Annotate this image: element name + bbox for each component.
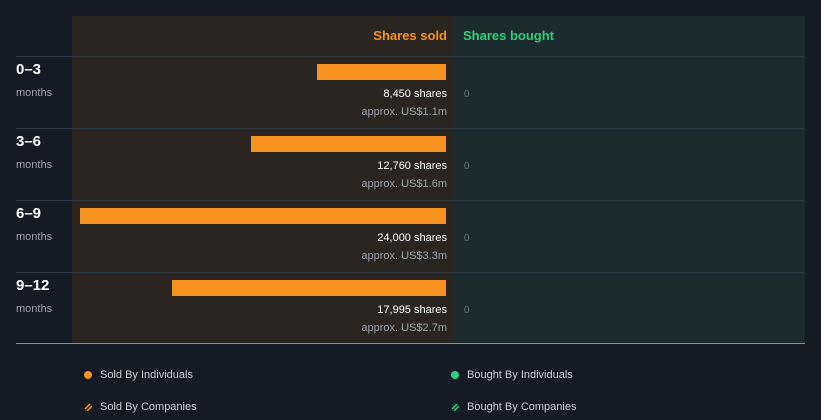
row-label: 9–12 [16,277,50,294]
row-label: 0–3 [16,61,42,78]
sold-individuals-legend-icon [84,371,92,379]
sold-companies-legend-icon [84,403,92,411]
sold-bar [251,136,446,152]
row-label: 6–9 [16,205,42,222]
row-divider [16,272,805,273]
shares-sold-label: 12,760 shares [377,160,447,172]
row-divider [16,200,805,201]
legend-sold-companies: Sold By Companies [100,401,197,413]
bought-companies-legend-icon [451,403,459,411]
bought-individuals-legend-icon [451,371,459,379]
shares-sold-label: 8,450 shares [383,88,447,100]
row-sublabel: months [16,231,53,243]
row-divider [16,128,805,129]
sold-bar [172,280,446,296]
bought-value: 0 [464,305,470,316]
bought-value: 0 [464,233,470,244]
sold-bar [317,64,446,80]
row-sublabel: months [16,303,53,315]
row-sublabel: months [16,159,53,171]
legend-bought-individuals: Bought By Individuals [467,369,573,381]
row-label: 3–6 [16,133,42,150]
row-divider [16,56,805,57]
shares-sold-label: 24,000 shares [377,232,447,244]
legend-sold-individuals: Sold By Individuals [100,369,193,381]
legend-bought-companies: Bought By Companies [467,401,577,413]
shares-sold-label: 17,995 shares [377,304,447,316]
bought-value: 0 [464,161,470,172]
approx-value-label: approx. US$3.3m [361,250,447,262]
shares-sold-header: Shares sold [373,28,447,43]
approx-value-label: approx. US$1.1m [361,106,447,118]
approx-value-label: approx. US$1.6m [361,178,447,190]
shares-bought-header: Shares bought [463,28,555,43]
chart-bottom-axis [16,343,805,344]
sold-bar [80,208,446,224]
bought-value: 0 [464,89,470,100]
row-sublabel: months [16,87,53,99]
approx-value-label: approx. US$2.7m [361,322,447,334]
bought-column-background [454,16,805,344]
